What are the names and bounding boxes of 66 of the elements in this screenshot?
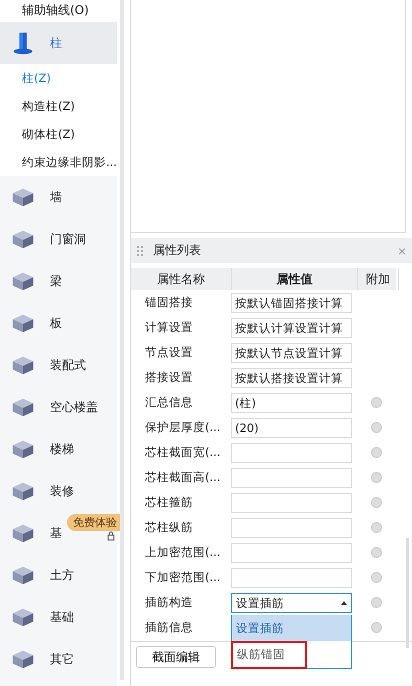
value-field[interactable] xyxy=(231,492,352,512)
value-field[interactable]: 按默认锚固搭接计算 xyxy=(231,292,352,312)
value-field[interactable] xyxy=(231,542,352,562)
category-item[interactable]: 土方 xyxy=(0,554,117,596)
radio-button[interactable] xyxy=(370,397,382,408)
column-header: 属性值 xyxy=(232,268,358,290)
sidebar-item[interactable]: 柱(Z) xyxy=(0,64,117,92)
category-item[interactable]: 基础 xyxy=(0,596,117,638)
sidebar-item[interactable]: 辅助轴线(O) xyxy=(0,0,117,22)
value-field[interactable] xyxy=(231,518,352,538)
sidebar-item[interactable]: 构造柱(Z) xyxy=(0,92,117,120)
panel-title: 属性列表 xyxy=(153,242,202,259)
value-field[interactable] xyxy=(231,442,352,462)
property-name: 节点设置 xyxy=(144,345,194,360)
property-name: 插筋构造 xyxy=(144,595,194,610)
category-item[interactable]: 梁 xyxy=(0,260,117,302)
radio-button[interactable] xyxy=(370,572,382,583)
value-field[interactable] xyxy=(231,568,352,588)
radio-button[interactable] xyxy=(370,447,382,458)
property-name: 芯柱纵筋 xyxy=(144,520,194,535)
property-name: 芯柱箍筋 xyxy=(144,495,194,510)
value-field[interactable]: (20) xyxy=(231,418,352,438)
category-item[interactable]: 装修 xyxy=(0,470,117,512)
value-field[interactable]: 按默认计算设置计算 xyxy=(231,318,352,338)
section-edit-button[interactable]: 截面编辑 xyxy=(136,646,216,668)
radio-button[interactable] xyxy=(370,422,382,433)
property-name: 上加密范围(... xyxy=(144,545,222,560)
property-name: 保护层厚度(... xyxy=(144,420,222,435)
dropdown-option[interactable]: 纵筋锚固 xyxy=(233,642,305,666)
property-name: 搭接设置 xyxy=(144,370,194,385)
property-name: 下加密范围(... xyxy=(144,570,222,585)
category-item[interactable]: 基 免费体验 xyxy=(0,512,117,554)
value-field[interactable] xyxy=(231,468,352,488)
column-header: 附加 xyxy=(358,268,399,290)
category-item[interactable]: 板 xyxy=(0,302,117,344)
scrollbar[interactable] xyxy=(406,538,409,648)
category-item[interactable]: 空心楼盖 xyxy=(0,386,117,428)
property-name: 锚固搭接 xyxy=(144,295,194,310)
radio-button[interactable] xyxy=(370,497,382,508)
dropdown-option[interactable]: 设置插筋 xyxy=(232,614,351,640)
category-item[interactable]: 柱 xyxy=(0,22,117,64)
property-name: 计算设置 xyxy=(144,320,194,335)
radio-button[interactable] xyxy=(370,547,382,558)
sidebar-item[interactable]: 砌体柱(Z) xyxy=(0,120,117,148)
radio-button[interactable] xyxy=(370,472,382,483)
value-field[interactable]: (柱) xyxy=(231,392,352,412)
property-name: 芯柱截面高(... xyxy=(144,470,222,485)
value-field[interactable]: 按默认搭接设置计算 xyxy=(231,368,352,388)
sidebar-item[interactable]: 约束边缘非阴影... xyxy=(0,148,117,176)
category-item[interactable]: 装配式 xyxy=(0,344,117,386)
property-name: 芯柱截面宽(... xyxy=(144,445,222,460)
dropdown-field[interactable]: 设置插筋 xyxy=(231,592,352,612)
column-header: 属性名称 xyxy=(131,268,232,290)
radio-button[interactable] xyxy=(370,522,382,533)
radio-button[interactable] xyxy=(370,622,382,633)
property-name: 汇总信息 xyxy=(144,395,194,410)
drag-handle-icon[interactable] xyxy=(137,244,143,256)
lock-icon xyxy=(107,531,115,541)
radio-button[interactable] xyxy=(370,597,382,608)
category-item[interactable]: 楼梯 xyxy=(0,428,117,470)
category-item[interactable]: 门窗洞 xyxy=(0,218,117,260)
category-item[interactable]: 其它 xyxy=(0,638,117,680)
category-item[interactable]: 墙 xyxy=(0,176,117,218)
free-trial-badge: 免费体验 xyxy=(67,514,120,531)
property-name: 插筋信息 xyxy=(144,620,194,635)
value-field[interactable]: 按默认节点设置计算 xyxy=(231,342,352,362)
